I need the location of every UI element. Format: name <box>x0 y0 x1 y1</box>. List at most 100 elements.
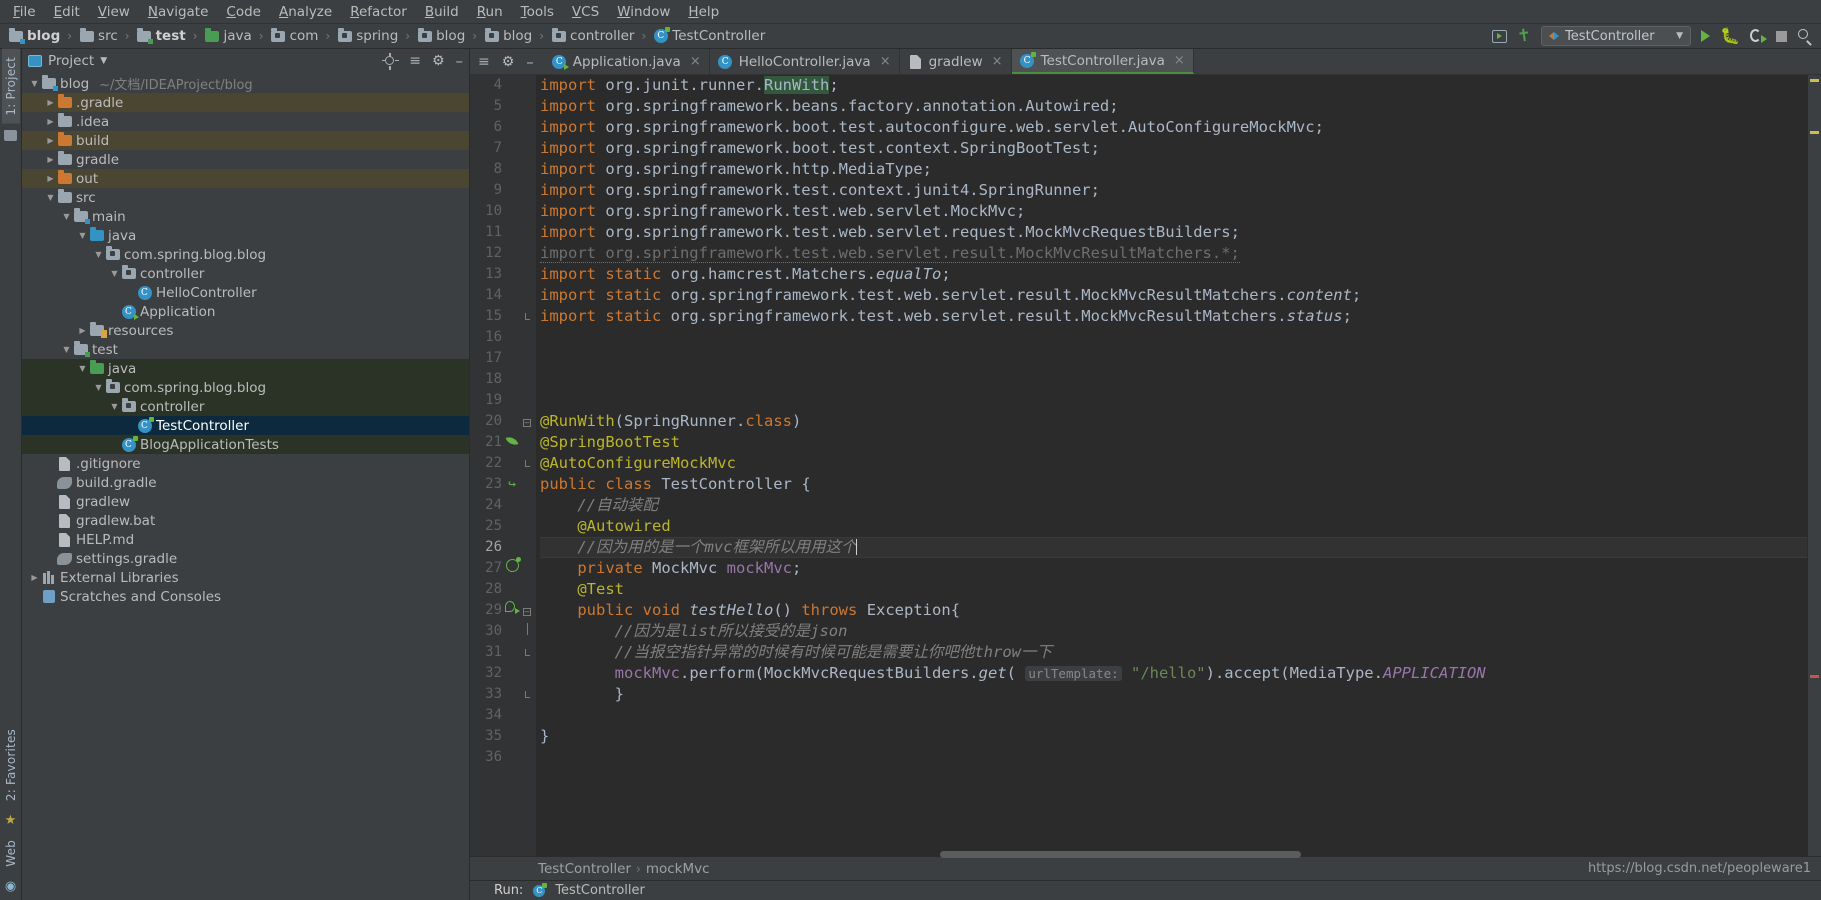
editor-tab-testcontroller-java[interactable]: C TestController.java × <box>1011 49 1194 74</box>
chevron-right-icon[interactable]: ▶ <box>44 155 57 164</box>
gutter-line-13[interactable]: 13 <box>470 264 536 285</box>
code-content[interactable]: import org.junit.runner.RunWith; import o… <box>536 75 1807 768</box>
code-line-29[interactable]: public void testHello() throws Exception… <box>540 600 1807 621</box>
gutter-line-12[interactable]: 12 <box>470 243 536 264</box>
tree-node-testcontroller[interactable]: C TestController <box>22 416 469 435</box>
menu-item-tools[interactable]: Tools <box>512 1 563 23</box>
tree-node-com-spring-blog-blog[interactable]: ▼ com.spring.blog.blog <box>22 245 469 264</box>
menu-item-view[interactable]: View <box>89 1 139 23</box>
code-line-25[interactable]: @Autowired <box>540 516 1807 537</box>
gutter-line-22[interactable]: 22 <box>470 453 536 474</box>
run-target-label[interactable]: TestController <box>555 883 645 898</box>
tree-node-src[interactable]: ▼ src <box>22 188 469 207</box>
breadcrumb-class[interactable]: TestController <box>538 861 631 877</box>
code-line-34[interactable] <box>540 705 1807 726</box>
code-line-10[interactable]: import org.springframework.test.web.serv… <box>540 201 1807 222</box>
breadcrumb-item-spring[interactable]: spring <box>335 27 400 44</box>
tree-node-controller[interactable]: ▼ controller <box>22 397 469 416</box>
tree-node-gradle[interactable]: ▶ gradle <box>22 150 469 169</box>
tree-node-build-gradle[interactable]: build.gradle <box>22 473 469 492</box>
code-line-19[interactable] <box>540 390 1807 411</box>
run-test-icon[interactable] <box>504 600 520 621</box>
code-line-9[interactable]: import org.springframework.test.context.… <box>540 180 1807 201</box>
breadcrumb-item-com[interactable]: com <box>269 27 321 44</box>
gutter-line-28[interactable]: 28 <box>470 579 536 600</box>
editor-tab-hellocontroller-java[interactable]: C HelloController.java × <box>709 49 900 74</box>
gutter-line-34[interactable]: 34 <box>470 705 536 726</box>
chevron-down-icon[interactable]: ▼ <box>92 383 105 392</box>
gutter-line-17[interactable]: 17 <box>470 348 536 369</box>
gutter-line-19[interactable]: 19 <box>470 390 536 411</box>
gutter-line-4[interactable]: 4 <box>470 75 536 96</box>
menu-item-edit[interactable]: Edit <box>45 1 89 23</box>
gutter-line-21[interactable]: 21 <box>470 432 536 453</box>
code-line-23[interactable]: public class TestController { <box>540 474 1807 495</box>
tool-tab-project[interactable]: 1: Project <box>1 49 20 124</box>
gutter-line-9[interactable]: 9 <box>470 180 536 201</box>
code-line-6[interactable]: import org.springframework.boot.test.aut… <box>540 117 1807 138</box>
gutter-line-36[interactable]: 36 <box>470 747 536 768</box>
code-line-28[interactable]: @Test <box>540 579 1807 600</box>
hide-icon[interactable]: – <box>526 54 534 69</box>
gutter-line-23[interactable]: 23 ↪ <box>470 474 536 495</box>
breadcrumb-item-blog[interactable]: blog <box>6 27 62 44</box>
code-line-8[interactable]: import org.springframework.http.MediaTyp… <box>540 159 1807 180</box>
breadcrumb-item-testcontroller[interactable]: C TestController <box>651 27 767 44</box>
code-line-5[interactable]: import org.springframework.beans.factory… <box>540 96 1807 117</box>
hide-icon[interactable]: – <box>456 54 464 69</box>
chevron-right-icon[interactable]: ▶ <box>76 326 89 335</box>
tree-node-gradlew[interactable]: gradlew <box>22 492 469 511</box>
tree-node-resources[interactable]: ▶ resources <box>22 321 469 340</box>
tree-node--idea[interactable]: ▶ .idea <box>22 112 469 131</box>
code-line-16[interactable] <box>540 327 1807 348</box>
menu-item-file[interactable]: File <box>4 1 45 23</box>
code-scroll-area[interactable]: import org.junit.runner.RunWith; import o… <box>536 75 1807 856</box>
marker-gutter[interactable] <box>1807 75 1821 856</box>
debug-bug-icon[interactable]: 🐛 <box>1720 28 1740 44</box>
tree-node-java[interactable]: ▼ java <box>22 226 469 245</box>
gutter-line-10[interactable]: 10 <box>470 201 536 222</box>
gutter-line-27[interactable]: 27 <box>470 557 536 579</box>
tree-node-application[interactable]: C Application <box>22 302 469 321</box>
gutter-line-31[interactable]: 31 <box>470 642 536 663</box>
gutter-line-5[interactable]: 5 <box>470 96 536 117</box>
chevron-down-icon[interactable]: ▼ <box>92 250 105 259</box>
impl-arrow-icon[interactable]: ↪ <box>504 474 520 495</box>
error-marker[interactable] <box>1810 675 1819 678</box>
gear-icon[interactable]: ⚙ <box>502 55 515 69</box>
tree-node--gradle[interactable]: ▶ .gradle <box>22 93 469 112</box>
chevron-down-icon[interactable]: ▼ <box>28 79 41 88</box>
build-hammer-icon[interactable]: ✝ <box>1516 25 1533 47</box>
chevron-down-icon[interactable]: ▼ <box>44 193 57 202</box>
warning-marker[interactable] <box>1810 131 1819 134</box>
code-line-33[interactable]: } <box>540 684 1807 705</box>
chevron-right-icon[interactable]: ▶ <box>44 174 57 183</box>
chevron-down-icon[interactable]: ▼ <box>60 212 73 221</box>
bean-icon[interactable] <box>504 557 521 579</box>
code-line-26[interactable]: //因为用的是一个mvc框架所以用用这个 <box>540 537 1807 558</box>
chevron-down-icon[interactable]: ▼ <box>100 56 107 66</box>
tree-node-test[interactable]: ▼ test <box>22 340 469 359</box>
tree-node-blogapplicationtests[interactable]: C BlogApplicationTests <box>22 435 469 454</box>
code-line-18[interactable] <box>540 369 1807 390</box>
leaf-icon[interactable] <box>504 432 520 453</box>
chevron-down-icon[interactable]: ▼ <box>1676 31 1683 41</box>
code-line-13[interactable]: import static org.hamcrest.Matchers.equa… <box>540 264 1807 285</box>
tree-node-external-libraries[interactable]: ▶ External Libraries <box>22 568 469 587</box>
menu-item-code[interactable]: Code <box>217 1 270 23</box>
close-icon[interactable]: × <box>880 54 891 69</box>
code-line-36[interactable] <box>540 747 1807 768</box>
code-line-20[interactable]: @RunWith(SpringRunner.class) <box>540 411 1807 432</box>
fold-handle-fold-mid[interactable] <box>520 621 534 642</box>
chevron-down-icon[interactable]: ▼ <box>76 231 89 240</box>
code-line-11[interactable]: import org.springframework.test.web.serv… <box>540 222 1807 243</box>
gutter-line-15[interactable]: 15 <box>470 306 536 327</box>
tool-tab-web[interactable]: Web <box>2 832 20 875</box>
tree-node-scratches-and-consoles[interactable]: Scratches and Consoles <box>22 587 469 606</box>
breadcrumb-item-java[interactable]: java <box>203 27 254 44</box>
menu-item-analyze[interactable]: Analyze <box>270 1 341 23</box>
close-icon[interactable]: × <box>992 54 1003 69</box>
restore-layout-icon[interactable] <box>1491 29 1507 43</box>
gear-icon[interactable]: ⚙ <box>432 54 445 68</box>
close-icon[interactable]: × <box>690 54 701 69</box>
